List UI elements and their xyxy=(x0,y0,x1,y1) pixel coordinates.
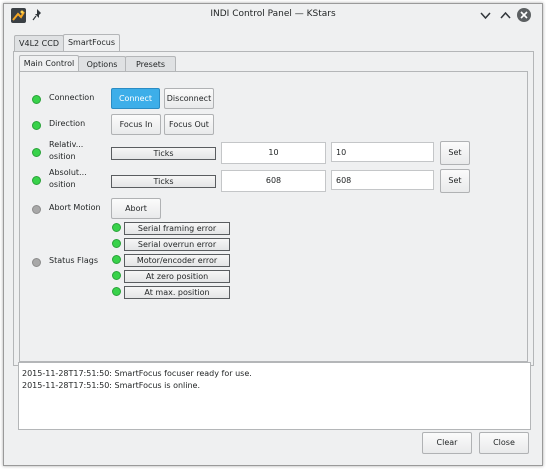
close-window-button[interactable] xyxy=(517,8,531,22)
absolute-position-input[interactable]: 608 xyxy=(331,170,434,190)
relative-ticks-label: Ticks xyxy=(111,147,216,160)
tab-main-control[interactable]: Main Control xyxy=(19,55,79,71)
chevron-up-icon[interactable] xyxy=(499,9,512,22)
flag-led xyxy=(112,223,121,232)
relative-position-label-line1: Relativ... xyxy=(49,140,84,149)
chevron-down-icon[interactable] xyxy=(479,9,492,22)
absolute-current-value: 608 xyxy=(221,170,326,192)
relative-current-value: 10 xyxy=(221,142,326,164)
flag-led xyxy=(112,271,121,280)
status-flags-led xyxy=(32,258,41,267)
device-panel: Main Control Options Presets Connection … xyxy=(13,51,534,366)
flag-serial-framing-error: Serial framing error xyxy=(124,222,230,235)
flag-led xyxy=(112,287,121,296)
flag-motor-encoder-error: Motor/encoder error xyxy=(124,254,230,267)
tab-options[interactable]: Options xyxy=(78,56,126,71)
absolute-position-led xyxy=(32,176,41,185)
absolute-position-label-line1: Absolut... xyxy=(49,168,87,177)
close-icon xyxy=(520,11,528,19)
direction-status-led xyxy=(32,121,41,130)
relative-position-led xyxy=(32,148,41,157)
relative-position-input[interactable]: 10 xyxy=(331,142,434,162)
flag-serial-overrun-error: Serial overrun error xyxy=(124,238,230,251)
absolute-ticks-label: Ticks xyxy=(111,175,216,188)
abort-button[interactable]: Abort xyxy=(111,198,161,219)
focus-out-button[interactable]: Focus Out xyxy=(164,114,214,135)
clear-button[interactable]: Clear xyxy=(422,432,472,454)
close-button[interactable]: Close xyxy=(479,432,529,454)
main-control-panel: Connection Connect Disconnect Direction … xyxy=(19,71,528,362)
focus-in-button[interactable]: Focus In xyxy=(111,114,161,135)
flag-at-zero-position: At zero position xyxy=(124,270,230,283)
tab-v4l2-ccd[interactable]: V4L2 CCD xyxy=(14,35,64,52)
flag-led xyxy=(112,255,121,264)
window-title: INDI Control Panel — KStars xyxy=(210,9,336,19)
relative-set-button[interactable]: Set xyxy=(440,141,470,165)
indi-control-panel-window: INDI Control Panel — KStars V4L2 CCD Sma… xyxy=(3,3,543,466)
abort-motion-label: Abort Motion xyxy=(49,203,101,212)
tab-smartfocus[interactable]: SmartFocus xyxy=(63,34,120,52)
log-line: 2015-11-28T17:51:50: SmartFocus focuser … xyxy=(22,369,252,378)
connection-label: Connection xyxy=(49,93,95,102)
connection-status-led xyxy=(32,95,41,104)
direction-label: Direction xyxy=(49,119,86,128)
title-bar: INDI Control Panel — KStars xyxy=(4,4,542,27)
abort-motion-led xyxy=(32,205,41,214)
connect-button[interactable]: Connect xyxy=(111,88,160,109)
flag-led xyxy=(112,239,121,248)
disconnect-button[interactable]: Disconnect xyxy=(164,88,214,109)
status-flags-label: Status Flags xyxy=(49,256,99,265)
relative-position-label-line2: osition xyxy=(49,152,76,161)
log-line: 2015-11-28T17:51:50: SmartFocus is onlin… xyxy=(22,381,201,390)
absolute-position-label-line2: osition xyxy=(49,180,76,189)
message-log[interactable]: 2015-11-28T17:51:50: SmartFocus focuser … xyxy=(18,362,531,430)
tab-presets[interactable]: Presets xyxy=(125,56,176,71)
absolute-set-button[interactable]: Set xyxy=(440,169,470,193)
flag-at-max-position: At max. position xyxy=(124,286,230,299)
